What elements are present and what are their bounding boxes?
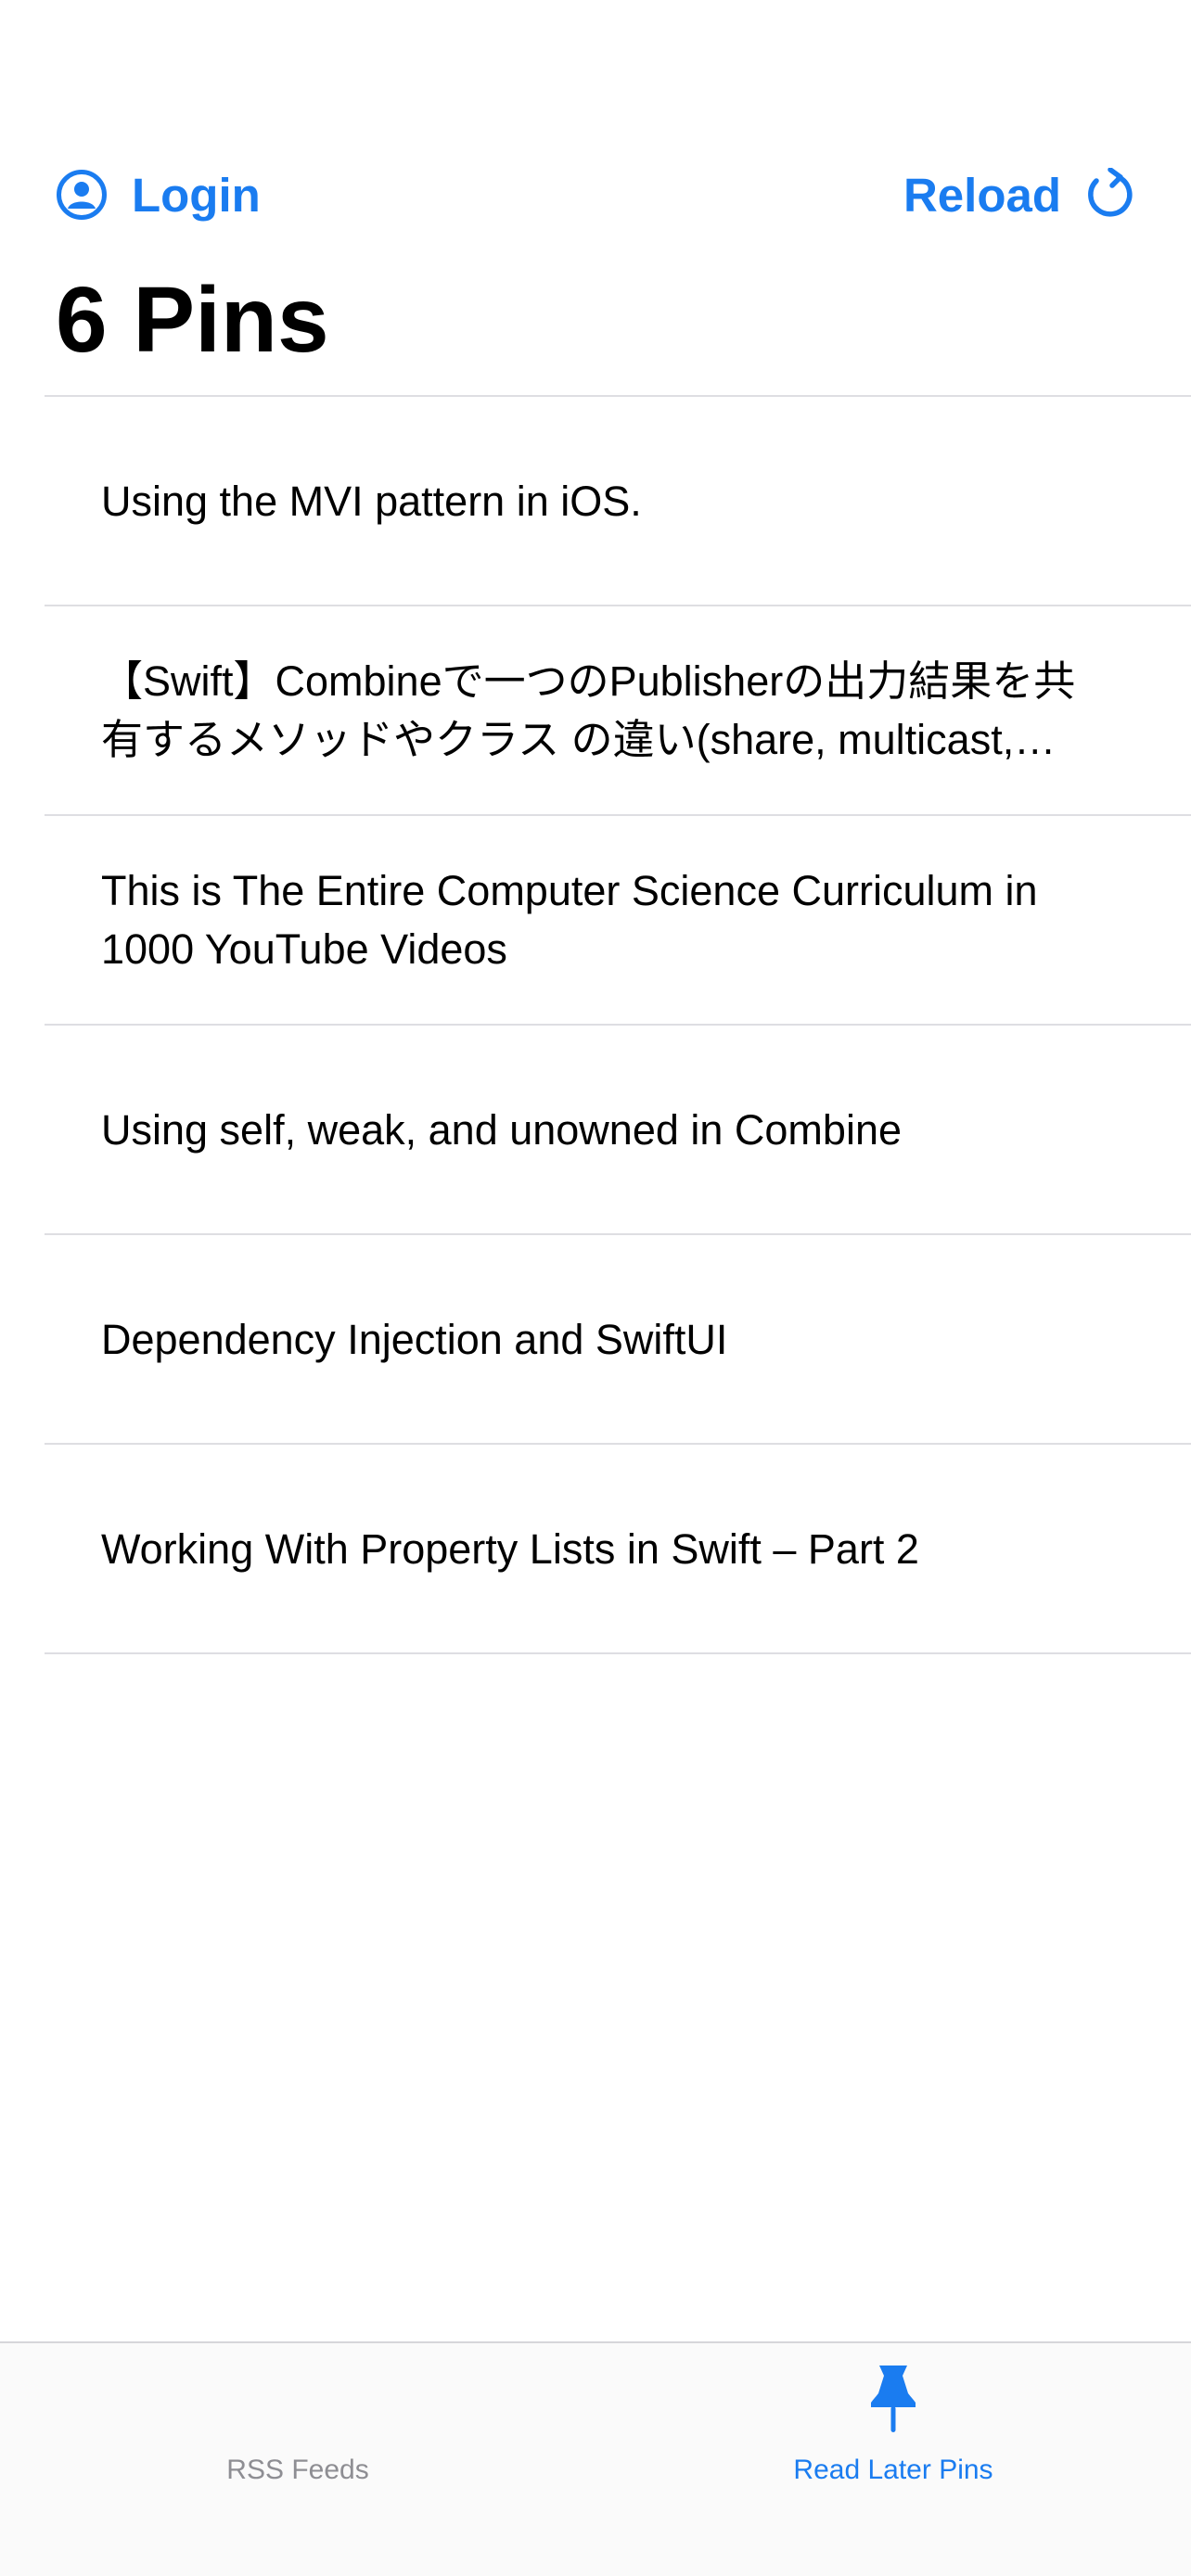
list-item[interactable]: This is The Entire Computer Science Curr…: [45, 816, 1191, 1026]
tab-bar: RSS Feeds Read Later Pins: [0, 2341, 1191, 2576]
screen: Login Reload 6 Pins Using the MVI patter…: [0, 0, 1191, 2576]
pin-title: Using the MVI pattern in iOS.: [101, 477, 642, 525]
tab-label: Read Later Pins: [793, 2455, 993, 2485]
list-item[interactable]: Using the MVI pattern in iOS.: [45, 397, 1191, 606]
pin-title: 【Swift】Combineで一つのPublisherの出力結果を共有するメソッ…: [101, 657, 1076, 763]
pin-title: Using self, weak, and unowned in Combine: [101, 1105, 902, 1154]
person-circle-icon: [56, 169, 108, 221]
tab-rss-feeds[interactable]: RSS Feeds: [0, 2343, 596, 2492]
list-item[interactable]: 【Swift】Combineで一つのPublisherの出力結果を共有するメソッ…: [45, 606, 1191, 816]
login-label: Login: [132, 168, 261, 222]
arrow-clockwise-icon: [1085, 168, 1135, 222]
navigation-bar: Login Reload: [0, 158, 1191, 232]
pin-icon: [869, 2364, 917, 2439]
reload-button[interactable]: Reload: [903, 158, 1135, 232]
list-item[interactable]: Dependency Injection and SwiftUI: [45, 1235, 1191, 1445]
reload-label: Reload: [903, 168, 1061, 222]
login-button[interactable]: Login: [56, 158, 261, 232]
pins-list: Using the MVI pattern in iOS. 【Swift】Com…: [45, 395, 1191, 1654]
list-item[interactable]: Using self, weak, and unowned in Combine: [45, 1026, 1191, 1235]
pin-title: This is The Entire Computer Science Curr…: [101, 867, 1038, 973]
tab-read-later-pins[interactable]: Read Later Pins: [596, 2343, 1191, 2492]
list-item[interactable]: Working With Property Lists in Swift – P…: [45, 1445, 1191, 1654]
tab-label: RSS Feeds: [226, 2455, 369, 2485]
page-title: 6 Pins: [56, 268, 329, 372]
pin-title: Working With Property Lists in Swift – P…: [101, 1524, 919, 1573]
pin-title: Dependency Injection and SwiftUI: [101, 1315, 728, 1363]
